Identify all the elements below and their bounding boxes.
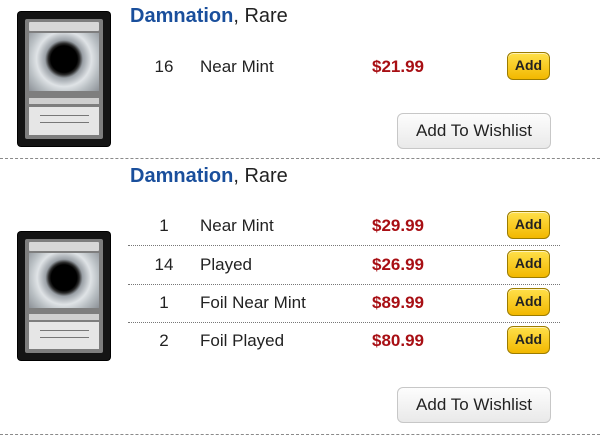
add-button[interactable]: Add [507, 52, 550, 80]
condition: Near Mint [200, 57, 274, 76]
rarity-label: , Rare [233, 5, 288, 27]
rarity-label: , Rare [233, 165, 288, 187]
card-namebar [29, 242, 99, 251]
card-name-link[interactable]: Damnation [130, 5, 233, 27]
condition: Played [200, 255, 252, 274]
card-typebar [29, 98, 99, 105]
add-button[interactable]: Add [507, 211, 550, 239]
card-text-line [39, 330, 89, 332]
card-typebar [29, 314, 99, 321]
price: $29.99 [372, 216, 424, 235]
listing-divider [0, 158, 600, 159]
price: $21.99 [372, 57, 424, 76]
card-image[interactable] [18, 232, 110, 360]
condition: Near Mint [200, 216, 274, 235]
product-title: Damnation, Rare [130, 5, 288, 28]
quantity: 14 [154, 255, 174, 274]
variant-row: 1 Foil Near Mint $89.99 Add [128, 284, 560, 323]
card-art [29, 33, 99, 91]
card-frame [25, 19, 103, 139]
card-name-link[interactable]: Damnation [130, 165, 233, 187]
card-image[interactable] [18, 12, 110, 146]
card-frame [25, 239, 103, 353]
condition: Foil Near Mint [200, 293, 306, 312]
condition: Foil Played [200, 331, 285, 350]
card-namebar [29, 22, 99, 31]
card-textbox [29, 322, 99, 349]
add-to-wishlist-button[interactable]: Add To Wishlist [397, 387, 551, 423]
add-to-wishlist-button[interactable]: Add To Wishlist [397, 113, 551, 149]
card-textbox [29, 106, 99, 135]
price: $26.99 [372, 255, 424, 274]
add-button[interactable]: Add [507, 288, 550, 316]
add-button[interactable]: Add [507, 250, 550, 278]
quantity: 1 [159, 293, 169, 312]
quantity: 1 [159, 216, 169, 235]
product-listing: Damnation, Rare 16 Near Mint $21.99 Add … [0, 0, 600, 158]
card-art [29, 253, 99, 308]
quantity: 16 [154, 57, 174, 76]
variant-row: 16 Near Mint $21.99 Add [128, 48, 560, 86]
price: $80.99 [372, 331, 424, 350]
add-button[interactable]: Add [507, 326, 550, 354]
variant-row: 1 Near Mint $29.99 Add [128, 207, 560, 246]
price: $89.99 [372, 293, 424, 312]
quantity: 2 [159, 331, 169, 350]
card-text-line [39, 122, 89, 124]
product-listing: Damnation, Rare 1 Near Mint $29.99 Add 1… [0, 160, 600, 434]
variant-row: 14 Played $26.99 Add [128, 246, 560, 285]
listing-divider [0, 434, 600, 435]
card-text-line [39, 115, 89, 117]
product-title: Damnation, Rare [130, 165, 288, 188]
card-text-line [39, 336, 89, 338]
variant-row: 2 Foil Played $80.99 Add [128, 322, 560, 360]
